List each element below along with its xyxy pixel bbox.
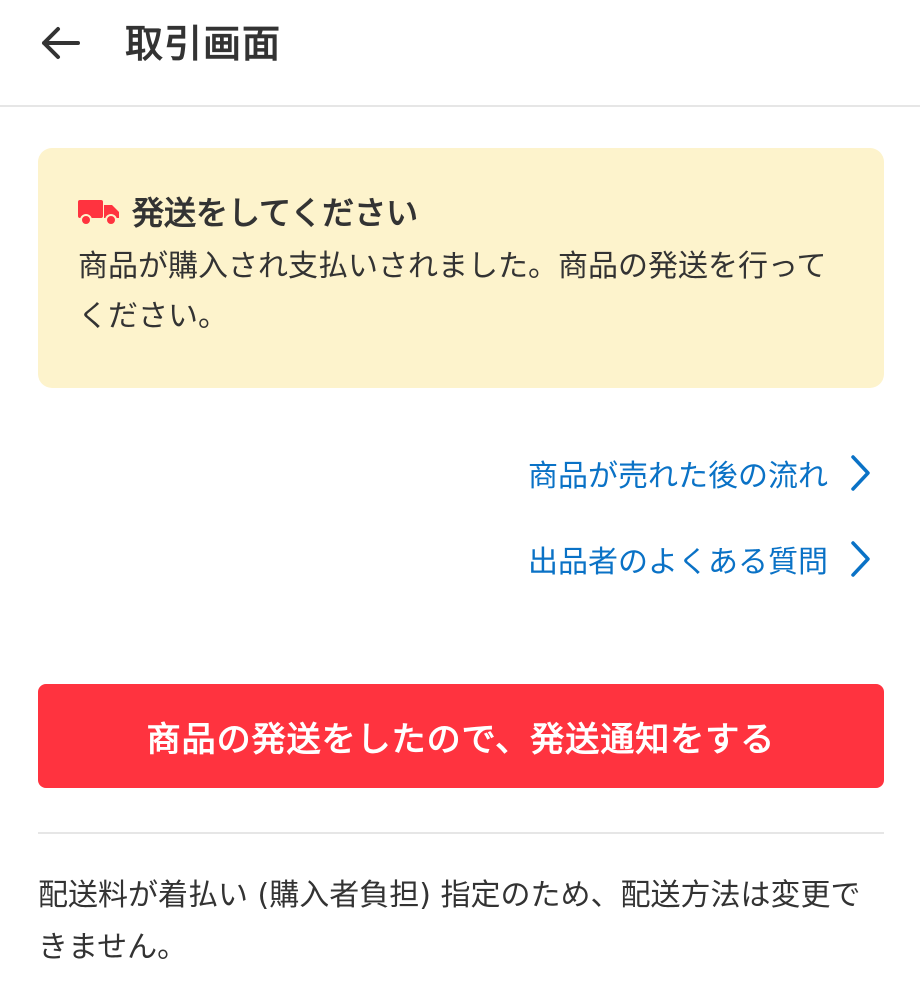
- link-seller-faq[interactable]: 出品者のよくある質問: [528, 534, 874, 584]
- shipping-method-note: 配送料が着払い (購入者負担) 指定のため、配送方法は変更できません。: [38, 878, 861, 965]
- app-header: 取引画面: [0, 0, 920, 107]
- notice-title-row: 発送をしてください: [78, 186, 844, 236]
- chevron-right-icon: [851, 541, 870, 577]
- shipping-notice: 発送をしてください 商品が購入され支払いされました。商品の発送を行ってください。: [38, 148, 884, 388]
- divider: [38, 832, 884, 834]
- arrow-left-icon: [42, 27, 80, 59]
- notice-body: 商品が購入され支払いされました。商品の発送を行ってください。: [78, 249, 827, 334]
- truck-icon: [78, 200, 119, 226]
- link-label: 出品者のよくある質問: [528, 545, 828, 580]
- link-flow-after-sale[interactable]: 商品が売れた後の流れ: [528, 448, 874, 498]
- back-button[interactable]: [30, 18, 90, 68]
- chevron-right-icon: [851, 455, 870, 491]
- help-links: 商品が売れた後の流れ 出品者のよくある質問: [528, 448, 874, 620]
- page-title: 取引画面: [125, 22, 282, 66]
- link-label: 商品が売れた後の流れ: [528, 459, 828, 494]
- notice-title: 発送をしてください: [132, 194, 419, 232]
- shipping-notify-button[interactable]: 商品の発送をしたので、発送通知をする: [38, 684, 884, 788]
